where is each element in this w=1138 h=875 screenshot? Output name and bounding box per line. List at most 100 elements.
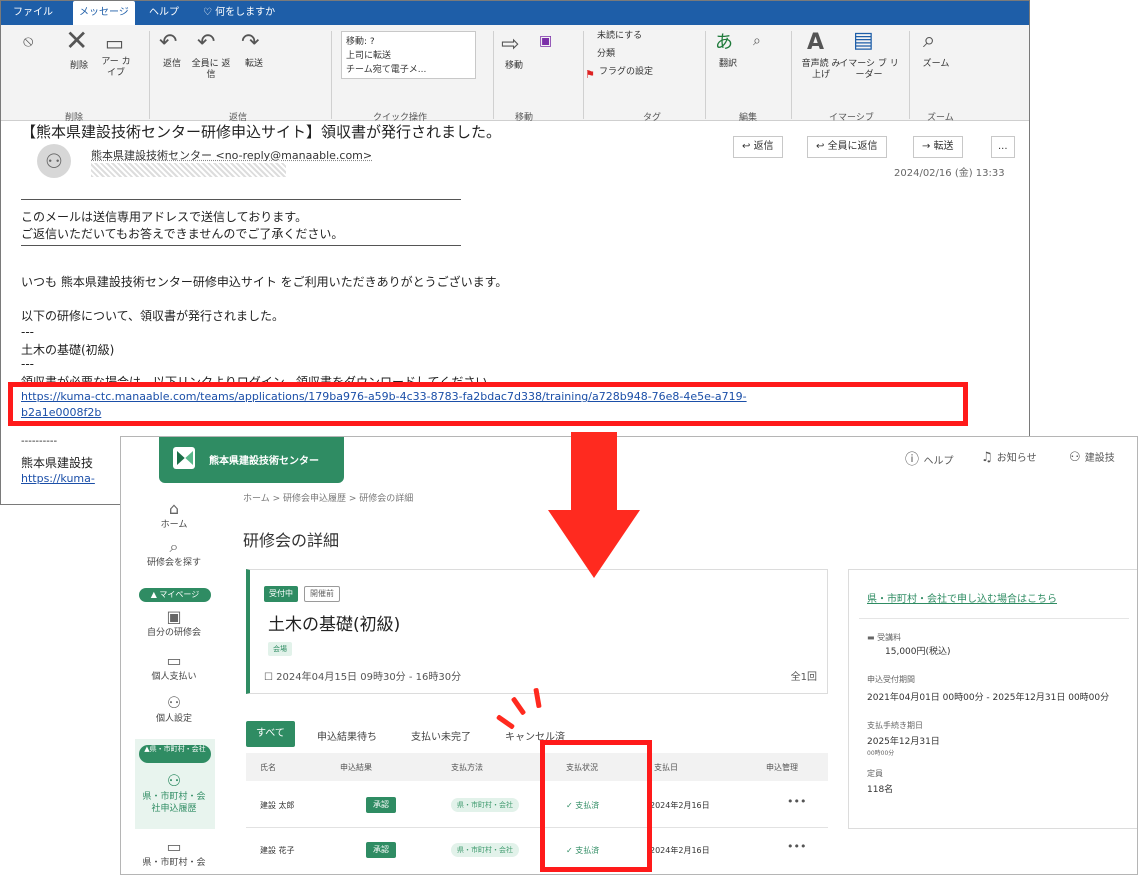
more-actions-button[interactable]: ... [991, 136, 1015, 158]
nav-org-section[interactable]: ▲県・市町村・会社 [139, 745, 211, 763]
course-info-panel: 県・市町村・会社で申し込む場合はこちら ▬ 受講料 15,000円(税込) 申込… [848, 569, 1137, 829]
mark-unread-button[interactable]: 未読にする [597, 31, 642, 42]
payment-date: 2024年2月16日 [650, 846, 710, 855]
result-badge: 承認 [366, 797, 396, 813]
translate-icon[interactable]: あ [715, 31, 733, 55]
course-date-text: 2024年04月15日 09時30分 - 16時30分 [276, 672, 462, 683]
read-aloud-icon[interactable]: A [807, 31, 824, 55]
quick-step-move[interactable]: 移動: ? [346, 34, 375, 47]
result-badge: 承認 [366, 842, 396, 858]
menu-file[interactable]: ファイル [7, 1, 59, 25]
quick-step-team-email[interactable]: チーム宛て電子メ... [346, 62, 426, 75]
breadcrumb[interactable]: ホーム > 研修会申込履歴 > 研修会の詳細 [243, 491, 413, 504]
period-label: 申込受付期間 [867, 675, 915, 684]
zoom-icon[interactable]: ⌕ [923, 29, 935, 53]
delete-button[interactable]: 削除 [59, 61, 99, 72]
row-menu-button[interactable]: ••• [787, 795, 806, 808]
archive-button[interactable]: アー カイブ [101, 57, 131, 79]
nav-org-history[interactable]: ⚇ 県・市町村・会 社申込履歴 [139, 771, 209, 815]
archive-icon[interactable]: ▭ [105, 31, 124, 55]
quick-step-forward-boss[interactable]: 上司に転送 [346, 48, 391, 61]
reply-icon: ↩ [742, 141, 754, 152]
site-logo[interactable]: 熊本県建設技術センター [159, 437, 344, 483]
ribbon-divider [791, 31, 792, 119]
nav-personal-settings[interactable]: ⚇ 個人設定 [139, 693, 209, 725]
group-icon: ⚇ [166, 771, 182, 790]
group-immersive: イマーシブ [829, 113, 874, 123]
tab-all[interactable]: すべて [246, 721, 295, 747]
group-zoom: ズーム [927, 113, 954, 123]
search-icon[interactable]: ⌕ [753, 29, 761, 53]
ribbon-divider [583, 31, 584, 119]
nav-my-trainings[interactable]: ▣ 自分の研修会 [139, 607, 209, 639]
user-menu[interactable]: ⚇ 建設技 [1069, 449, 1115, 465]
menu-bar: ファイル メッセージ ヘルプ ♡ 何をしますか [1, 1, 1029, 25]
nav-search[interactable]: ⌕ 研修会を探す [139, 537, 209, 569]
divider [21, 199, 461, 200]
held-status-badge: 開催前 [304, 586, 340, 602]
flag-button[interactable]: フラグの設定 [599, 67, 653, 78]
deadline-label: 支払手続き期日 [867, 721, 923, 730]
sender-name[interactable]: 熊本県建設技術センター <no-reply@manaable.com> [91, 147, 372, 163]
body-intro: 以下の研修について、領収書が発行されました。 [21, 309, 285, 323]
tab-pending[interactable]: 申込結果待ち [317, 728, 377, 743]
menu-help[interactable]: ヘルプ [143, 1, 185, 25]
reply-all-icon[interactable]: ↶ [197, 31, 215, 55]
reply-button[interactable]: 返信 [157, 59, 187, 70]
onenote-icon[interactable]: ▣ [539, 29, 552, 53]
nav-personal-settings-label: 個人設定 [155, 714, 192, 724]
fee-value: 15,000円(税込) [885, 647, 951, 657]
user-name: 建設技 [1084, 453, 1115, 464]
body-greeting: いつも 熊本県建設技術センター研修申込サイト をご利用いただきありがとうございま… [21, 275, 508, 289]
email-subject: 【熊本県建設技術センター研修申込サイト】領収書が発行されました。 [21, 123, 502, 141]
notifications-link[interactable]: ♫ お知らせ [981, 449, 1037, 465]
deadline-value: 2025年12月31日 [867, 737, 940, 747]
tab-unpaid[interactable]: 支払い未完了 [411, 728, 471, 743]
reply-action-button[interactable]: ↩ 返信 [733, 136, 783, 158]
immersive-reader-button[interactable]: イマーシ ブ リーダー [839, 59, 899, 81]
row-menu-button[interactable]: ••• [787, 840, 806, 853]
payment-status-highlight-box [540, 740, 652, 872]
immersive-reader-icon[interactable]: ▤ [853, 29, 874, 53]
org-apply-link[interactable]: 県・市町村・会社で申し込む場合はこちら [867, 590, 1057, 605]
capacity-label: 定員 [867, 769, 883, 778]
col-date: 支払日 [654, 763, 678, 772]
reply-icon[interactable]: ↶ [159, 31, 177, 55]
flag-icon: ⚑ [585, 68, 595, 81]
nav-mypage-section[interactable]: ▲ マイページ [139, 588, 211, 602]
reply-all-action-label: 全員に返信 [827, 141, 878, 152]
applicant-name: 建設 花子 [260, 846, 295, 855]
move-icon[interactable]: ⇨ [501, 33, 519, 57]
course-card: 受付中 開催前 土木の基礎(初級) 会場 ☐ 2024年04月15日 09時30… [246, 569, 828, 694]
ribbon-divider [909, 31, 910, 119]
translate-button[interactable]: 翻訳 [713, 59, 743, 70]
reply-all-button[interactable]: 全員に 返信 [191, 59, 231, 81]
forward-button[interactable]: 転送 [239, 59, 269, 70]
help-link[interactable]: ⓘ ヘルプ [905, 449, 953, 469]
deadline-time: 00時00分 [867, 750, 895, 757]
footer-link[interactable]: https://kuma- [21, 472, 95, 485]
nav-org-payment[interactable]: ▭ 県・市町村・会 [139, 837, 209, 869]
nav-home[interactable]: ⌂ ホーム [139, 499, 209, 531]
nav-search-label: 研修会を探す [146, 558, 201, 568]
menu-message[interactable]: メッセージ [73, 1, 135, 25]
body-dashes: --- [21, 357, 34, 371]
fee-label-text: 受講料 [877, 633, 902, 642]
ignore-icon[interactable]: ⦸ [23, 29, 33, 53]
read-aloud-button[interactable]: 音声読 み上げ [801, 59, 841, 81]
forward-icon[interactable]: ↷ [241, 31, 259, 55]
quick-steps-box: 移動: ? 上司に転送 チーム宛て電子メ... [341, 31, 476, 79]
categorize-button[interactable]: 分類 [597, 49, 615, 60]
delete-icon[interactable]: ✕ [65, 27, 88, 55]
menu-tell-me[interactable]: ♡ 何をしますか [197, 1, 281, 25]
reply-all-action-button[interactable]: ↩ 全員に返信 [807, 136, 887, 158]
nav-personal-payment[interactable]: ▭ 個人支払い [139, 651, 209, 683]
forward-action-button[interactable]: → 転送 [913, 136, 963, 158]
zoom-button[interactable]: ズーム [919, 59, 953, 70]
col-result: 申込結果 [340, 763, 372, 772]
calendar-icon: ▣ [166, 607, 182, 626]
col-name: 氏名 [260, 763, 276, 772]
move-button[interactable]: 移動 [499, 61, 529, 72]
fee-label: ▬ 受講料 [867, 632, 901, 643]
group-move: 移動 [515, 113, 534, 123]
